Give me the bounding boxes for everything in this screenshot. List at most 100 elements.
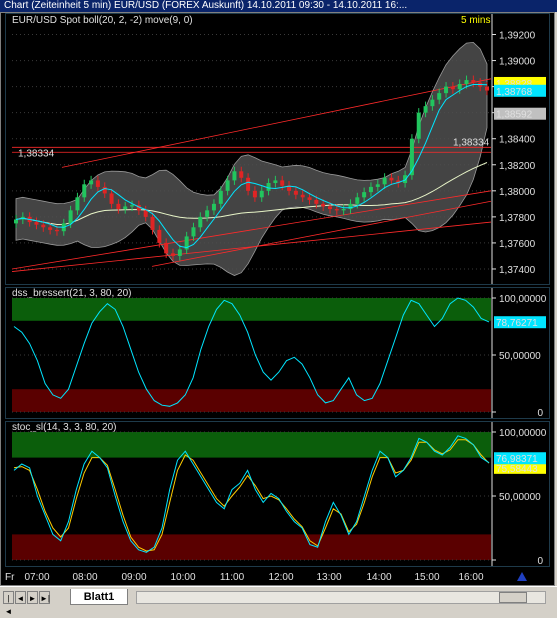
indicator-tick-label: 50,00000: [499, 351, 541, 362]
candle-body: [300, 194, 305, 198]
candle-body: [280, 180, 285, 186]
candle-body: [164, 242, 169, 254]
price-tick-label: 1,38400: [499, 135, 536, 146]
first-sheet-button[interactable]: |◄: [3, 591, 14, 616]
candle-body: [464, 80, 469, 85]
indicator-tick-label: 100,00000: [499, 428, 547, 439]
candle-body: [109, 193, 114, 204]
candle-body: [341, 209, 346, 211]
price-tick-label: 1,38000: [499, 187, 536, 198]
price-tag-label: 1,38768: [496, 87, 533, 98]
candle-body: [41, 224, 46, 228]
candle-body: [157, 229, 162, 243]
indicator-tag-label: 78,76271: [496, 318, 538, 329]
prev-sheet-button[interactable]: ◄: [15, 591, 26, 604]
candle-body: [68, 210, 73, 224]
last-sheet-button[interactable]: ►|: [39, 591, 50, 604]
candle-body: [102, 186, 107, 194]
time-label: 12:00: [268, 572, 293, 583]
candle-body: [368, 186, 373, 193]
stoc-chart: 100,00000 50,00000 0 75,5844376,98371: [12, 422, 547, 566]
candle-body: [246, 177, 251, 191]
horizontal-scrollbar[interactable]: [136, 591, 546, 604]
candle-body: [89, 180, 94, 185]
bollinger-band: [15, 41, 488, 276]
candle-body: [416, 112, 421, 139]
overbought-zone: [12, 432, 491, 458]
time-label: 07:00: [24, 572, 49, 583]
candle-body: [328, 206, 332, 210]
indicator-tick-label: 50,00000: [499, 492, 541, 503]
candle-body: [14, 219, 18, 224]
time-label: 16:00: [458, 572, 483, 583]
candle-body: [293, 190, 298, 195]
candle-body: [355, 197, 360, 204]
candle-body: [444, 86, 449, 94]
candle-body: [266, 183, 271, 191]
candle-body: [485, 86, 489, 91]
overbought-zone: [12, 298, 491, 321]
stoc-pane[interactable]: stoc_sl(14, 3, 3, 80, 20) 100,00000 50,00…: [5, 421, 550, 567]
candle-body: [116, 203, 121, 210]
scrollbar-thumb[interactable]: [499, 592, 527, 603]
day-label: Fr: [5, 572, 15, 583]
candle-body: [191, 227, 196, 237]
dss-pane[interactable]: dss_bressert(21, 3, 80, 20) 100,00000 50,…: [5, 287, 550, 419]
window-title-bar: Chart (Zeiteinheit 5 min) EUR/USD (FOREX…: [0, 0, 557, 12]
price-pane[interactable]: EUR/USD Spot boll(20, 2, -2) move(9, 0) …: [5, 13, 550, 285]
candle-body: [211, 203, 216, 211]
candle-body: [205, 210, 210, 217]
indicator-tick-label: 0: [537, 556, 543, 566]
candle-body: [437, 93, 442, 100]
candle-body: [239, 171, 244, 178]
candle-body: [307, 197, 312, 200]
time-label: 13:00: [316, 572, 341, 583]
candle-body: [177, 249, 182, 256]
candle-body: [423, 106, 428, 113]
candle-body: [75, 197, 80, 211]
candle-body: [362, 192, 367, 198]
candle-body: [143, 210, 148, 217]
candle-body: [48, 227, 53, 230]
candle-body: [198, 216, 203, 228]
time-label: 15:00: [414, 572, 439, 583]
candle-body: [252, 190, 257, 198]
candle-body: [314, 199, 319, 204]
price-tick-label: 1,37400: [499, 265, 536, 276]
candle-body: [150, 216, 155, 230]
candle-body: [403, 175, 408, 184]
price-chart: 1,383341,383341,392001,390001,388001,386…: [11, 14, 546, 284]
candle-body: [382, 177, 387, 185]
price-tick-label: 1,39200: [499, 31, 536, 42]
time-label: 11:00: [220, 572, 245, 583]
hline-label-right: 1,38334: [453, 137, 490, 148]
oversold-zone: [12, 534, 491, 560]
oversold-zone: [12, 389, 491, 412]
candle-body: [123, 206, 128, 210]
candle-body: [232, 171, 237, 181]
candle-body: [130, 205, 135, 207]
candle-body: [321, 203, 326, 207]
price-tick-label: 1,37600: [499, 239, 536, 250]
candle-body: [409, 138, 414, 176]
chart-window: EUR/USD Spot boll(20, 2, -2) move(9, 0) …: [0, 12, 555, 586]
candle-body: [171, 253, 175, 256]
sheet-bar: |◄ ◄ ► ►| Blatt1: [0, 586, 557, 616]
indicator-tick-label: 100,00000: [499, 294, 547, 305]
candle-body: [471, 80, 476, 83]
candle-body: [225, 180, 230, 191]
next-sheet-button[interactable]: ►: [27, 591, 38, 604]
indicator-tag-label: 76,98371: [496, 454, 538, 465]
hline-label-left: 1,38334: [18, 148, 55, 159]
candle-body: [450, 86, 455, 90]
time-label: 08:00: [72, 572, 97, 583]
candle-body: [54, 229, 59, 232]
dss-chart: 100,00000 50,00000 0 78,76271: [12, 288, 547, 418]
candle-body: [375, 184, 380, 187]
candle-body: [389, 177, 394, 181]
price-tick-label: 1,39000: [499, 57, 536, 68]
candle-body: [95, 180, 100, 187]
candle-body: [259, 190, 264, 198]
candle-body: [82, 184, 87, 198]
sheet-tab-blatt1[interactable]: Blatt1: [70, 589, 128, 605]
